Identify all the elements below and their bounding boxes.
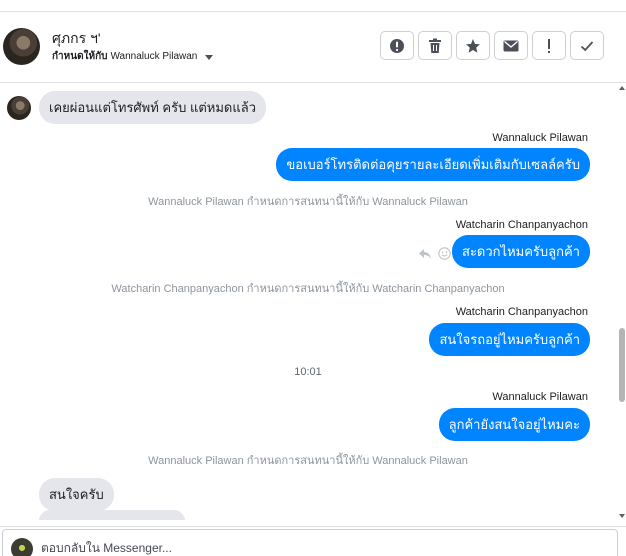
scrollbar-thumb[interactable] (619, 328, 625, 402)
top-strip (0, 0, 626, 12)
star-button[interactable] (456, 31, 490, 60)
sender-name: Wannaluck Pilawan (492, 391, 588, 403)
incoming-message[interactable]: เคยผ่อนแต่โทรศัพท์ ครับ แต่หมดแล้ว (39, 91, 267, 124)
sender-name: Wannaluck Pilawan (492, 132, 588, 144)
scroll-down-arrow-icon[interactable] (619, 514, 625, 518)
incoming-message[interactable]: สนใจครับ (39, 478, 114, 511)
trash-icon (429, 38, 441, 53)
assignment-notice: Wannaluck Pilawan กำหนดการสนทนานี้ให้กับ… (148, 455, 468, 467)
assignee-selector[interactable]: กำหนดให้กับ Wannaluck Pilawan (52, 49, 214, 64)
mark-spam-button[interactable] (380, 31, 414, 60)
reply-icon[interactable] (418, 248, 432, 260)
assignment-notice: Wannaluck Pilawan กำหนดการสนทนานี้ให้กับ… (148, 196, 468, 208)
sender-name: Watcharin Chanpanyachon (455, 219, 588, 231)
timestamp: 10:01 (294, 366, 322, 378)
envelope-icon (503, 40, 519, 51)
mark-unread-button[interactable] (494, 31, 528, 60)
assignee-name: Wannaluck Pilawan (110, 51, 198, 62)
mark-done-button[interactable] (570, 31, 604, 60)
assignment-notice: Watcharin Chanpanyachon กำหนดการสนทนานี้… (111, 283, 505, 295)
message-actions (418, 247, 451, 260)
message-thread[interactable]: เคยผ่อนแต่โทรศัพท์ ครับ แต่หมดแล้ว Wanna… (0, 84, 616, 520)
exclamation-circle-icon (390, 38, 404, 53)
contact-avatar-small (7, 96, 31, 120)
scroll-up-arrow-icon[interactable] (619, 86, 625, 90)
delete-button[interactable] (418, 31, 452, 60)
contact-name[interactable]: ศุภกร ฯ' (52, 28, 101, 50)
chevron-down-icon[interactable] (205, 54, 214, 60)
reply-box[interactable] (2, 529, 618, 556)
emoji-icon[interactable] (438, 247, 451, 260)
outgoing-message[interactable]: ขอเบอร์โทรติดต่อคุยรายละเอียดเพิ่มเติมกั… (276, 148, 590, 181)
conversation-header: ศุภกร ฯ' กำหนดให้กับ Wannaluck Pilawan (0, 13, 626, 83)
outgoing-message[interactable]: สะดวกไหมครับลูกค้า (452, 235, 590, 268)
outgoing-message[interactable]: สนใจรถอยู่ไหมครับลูกค้า (429, 323, 590, 356)
page-avatar (11, 538, 33, 556)
check-icon (580, 40, 594, 51)
thread-scrollbar[interactable] (617, 84, 626, 520)
follow-up-button[interactable] (532, 31, 566, 60)
reply-composer (0, 526, 626, 556)
star-icon (466, 38, 480, 53)
reply-input[interactable] (41, 539, 601, 556)
sender-name: Watcharin Chanpanyachon (455, 306, 588, 318)
incoming-message-partial[interactable] (39, 510, 185, 520)
exclamation-icon (548, 38, 550, 53)
assign-label: กำหนดให้กับ (52, 51, 108, 62)
outgoing-message[interactable]: ลูกค้ายังสนใจอยู่ไหมคะ (438, 408, 590, 441)
action-toolbar (380, 31, 604, 60)
contact-avatar[interactable] (3, 28, 40, 65)
